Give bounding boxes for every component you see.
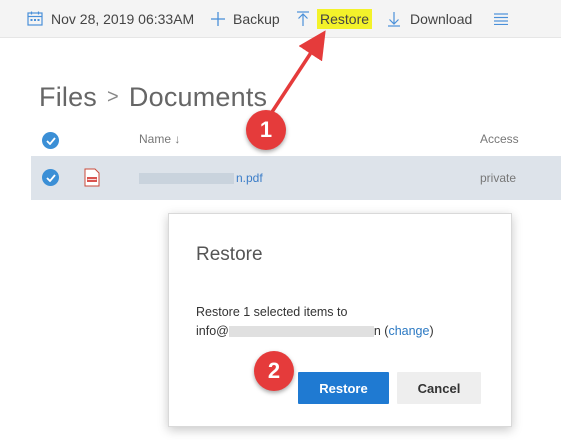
step-1-badge: 1 bbox=[246, 110, 286, 150]
step-2-badge: 2 bbox=[254, 351, 294, 391]
